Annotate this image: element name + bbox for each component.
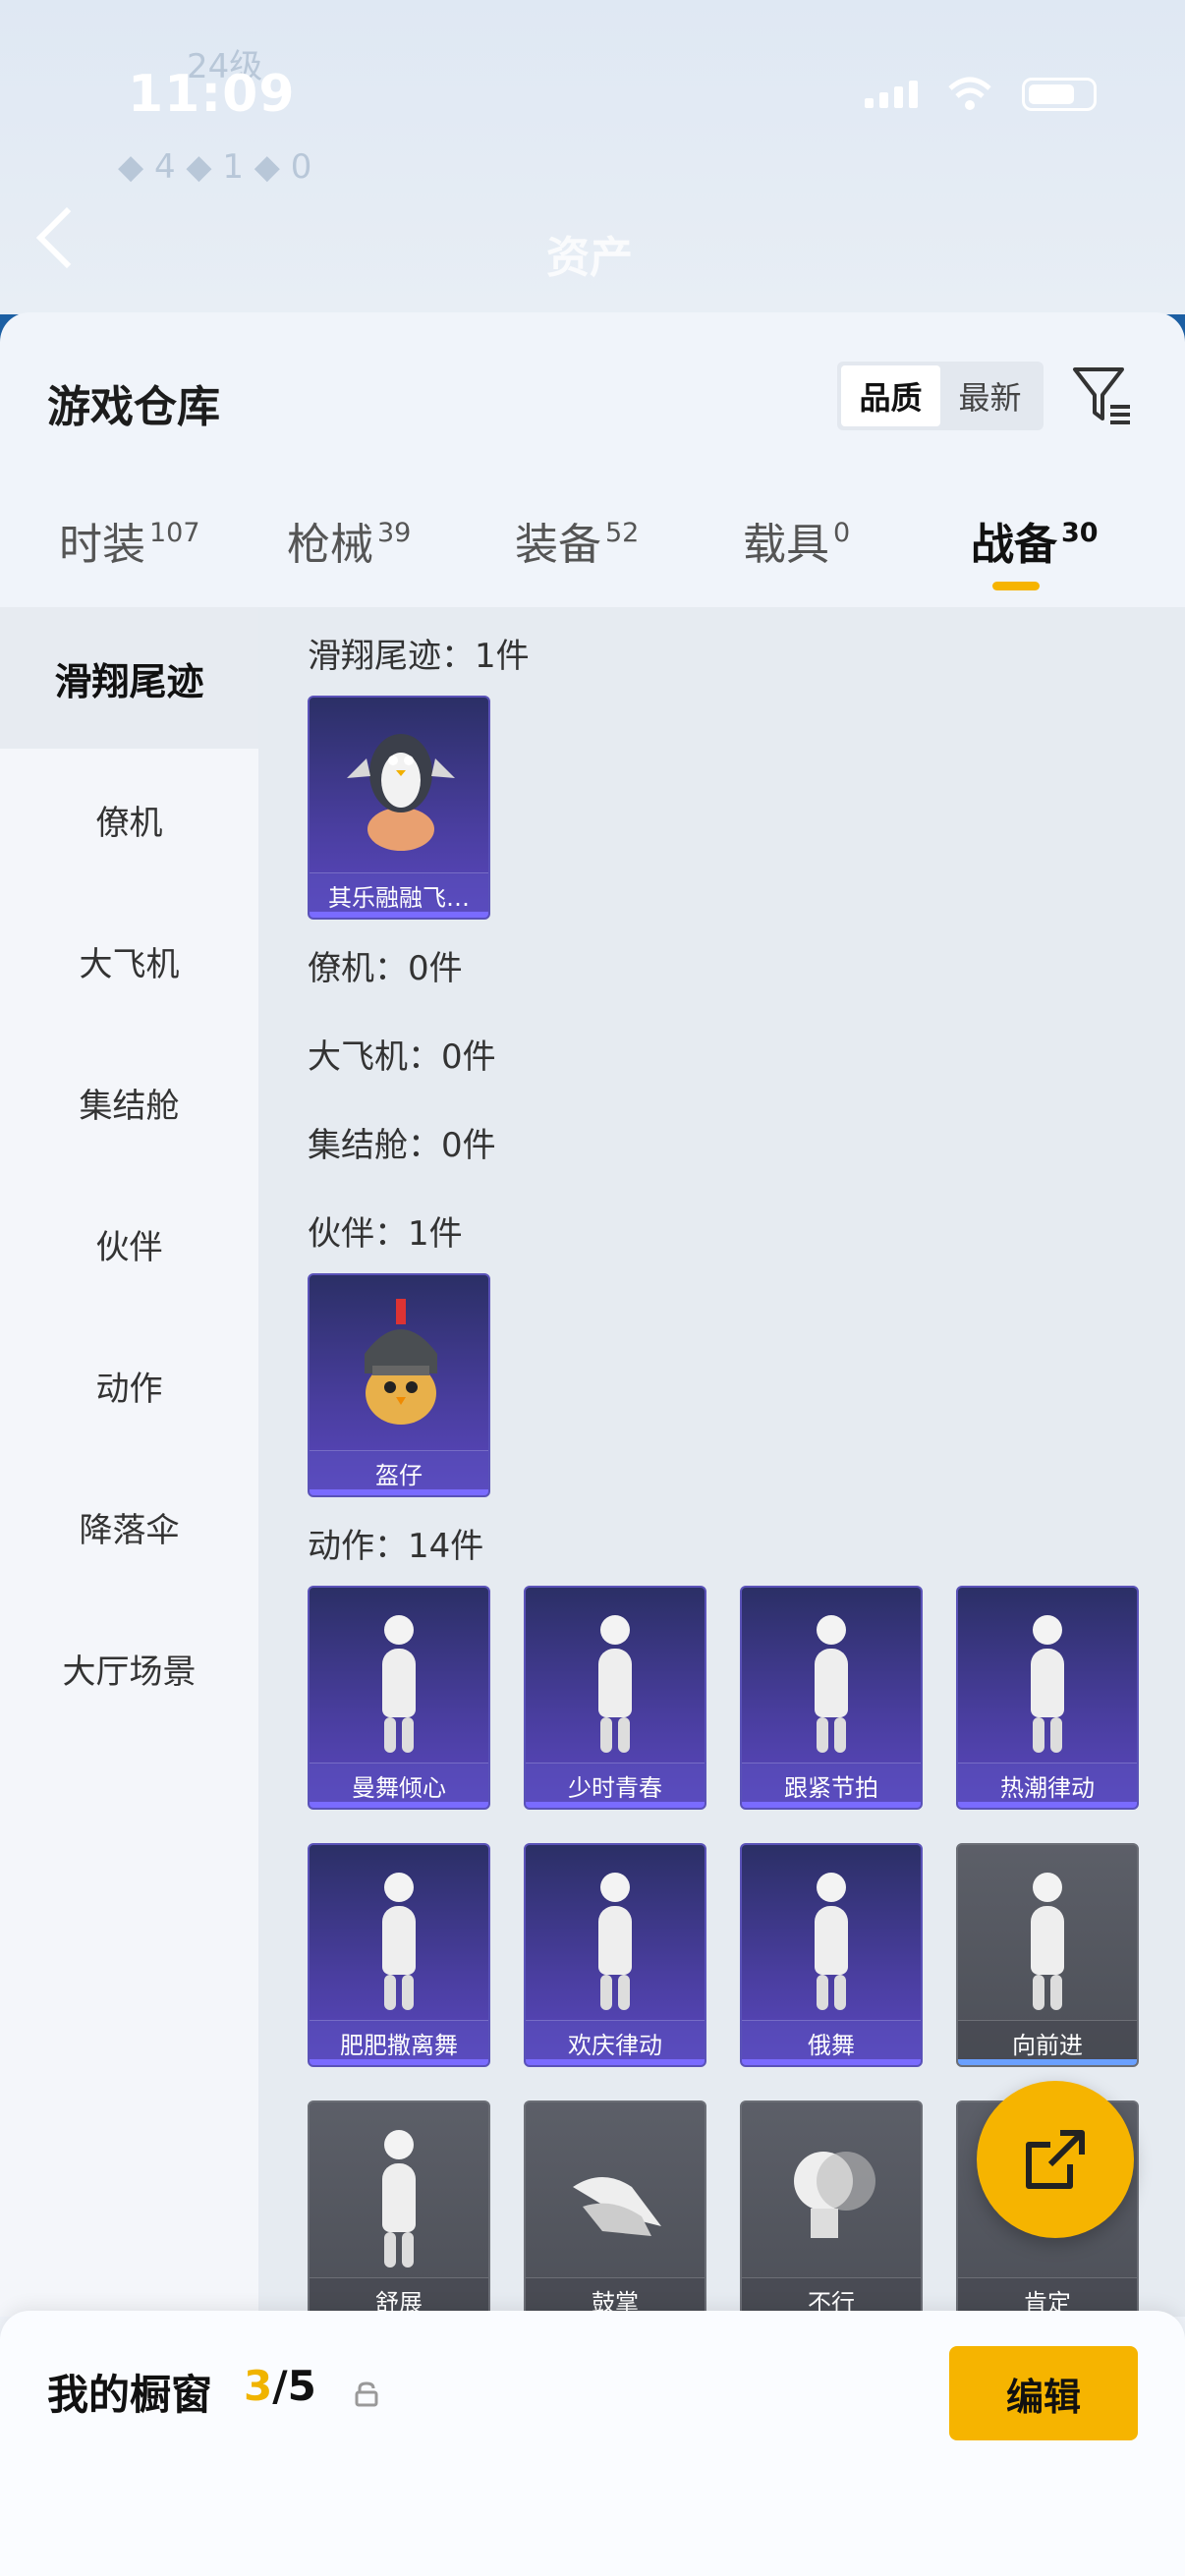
sidebar-item-glide-trail[interactable]: 滑翔尾迹 (0, 607, 258, 749)
tab-guns[interactable]: 枪械 39 (287, 509, 411, 572)
rarity-bar (742, 1802, 921, 1808)
tab-label: 装备 (515, 520, 601, 570)
tab-battle-prep[interactable]: 战备 30 (971, 509, 1099, 572)
item-card[interactable]: 肥肥撒离舞 (308, 1843, 490, 2067)
tab-count: 107 (149, 518, 200, 548)
sidebar-item-action[interactable]: 动作 (0, 1315, 258, 1456)
section-title-glide: 滑翔尾迹：1件 (308, 637, 530, 676)
section-title-action: 动作：14件 (308, 1527, 484, 1566)
sidebar-item-plane[interactable]: 大飞机 (0, 890, 258, 1032)
tab-label: 枪械 (287, 520, 373, 570)
item-card[interactable]: 鼓掌 (524, 2100, 706, 2317)
section-title-plane: 大飞机：0件 (308, 1037, 496, 1077)
item-card[interactable]: 跟紧节拍 (740, 1586, 923, 1810)
tab-fashion[interactable]: 时装 107 (59, 509, 200, 572)
showcase-bar: 我的橱窗 3/5 编辑 (0, 2311, 1185, 2576)
sidebar: 滑翔尾迹 僚机 大飞机 集结舱 伙伴 动作 降落伞 大厅场景 (0, 607, 258, 2317)
dancer-icon (355, 2130, 443, 2268)
signal-icon (865, 81, 918, 108)
ghost-stats-row: ◆ 4 ◆ 1 ◆ 0 (118, 147, 312, 187)
section-title-wingman: 僚机：0件 (308, 949, 463, 988)
showcase-total: /5 (272, 2362, 316, 2410)
filter-icon[interactable] (1071, 364, 1134, 426)
sidebar-item-pod[interactable]: 集结舱 (0, 1032, 258, 1173)
sidebar-item-parachute[interactable]: 降落伞 (0, 1456, 258, 1597)
sidebar-item-wingman[interactable]: 僚机 (0, 749, 258, 890)
section-title-pod: 集结舱：0件 (308, 1126, 496, 1165)
tab-count: 52 (605, 518, 640, 548)
header-title: 资产 (546, 233, 633, 283)
rarity-bar (310, 1802, 488, 1808)
rarity-bar (526, 1802, 705, 1808)
sheet-title: 游戏仓库 (47, 382, 220, 432)
dancer-icon (571, 1615, 659, 1753)
item-card[interactable]: 向前进 (956, 1843, 1139, 2067)
item-card[interactable]: 少时青春 (524, 1586, 706, 1810)
rarity-bar (526, 2059, 705, 2065)
battery-icon (1022, 78, 1097, 111)
warehouse-sheet: 游戏仓库 品质 最新 时装 107 枪械 39 装备 52 载具 0 战备 30 滑翔尾迹… (0, 312, 1185, 2576)
tab-label: 战备 (971, 520, 1057, 570)
sidebar-item-lobby[interactable]: 大厅场景 (0, 1597, 258, 1739)
lock-icon (355, 2381, 378, 2407)
tab-label: 时装 (59, 520, 145, 570)
sort-quality[interactable]: 品质 (841, 365, 940, 426)
section-title-partner: 伙伴：1件 (308, 1214, 463, 1254)
rarity-bar (958, 2059, 1137, 2065)
item-card[interactable]: 盔仔 (308, 1273, 490, 1497)
wifi-icon (948, 77, 991, 110)
item-card[interactable]: 俄舞 (740, 1843, 923, 2067)
dancer-icon (1003, 1873, 1092, 2010)
rarity-bar (742, 2059, 921, 2065)
dancer-icon (787, 1873, 875, 2010)
item-card[interactable]: 舒展 (308, 2100, 490, 2317)
status-icons (865, 77, 1097, 112)
tab-vehicle[interactable]: 载具 0 (743, 509, 850, 572)
item-card[interactable]: 不行 (740, 2100, 923, 2317)
tab-label: 载具 (743, 520, 829, 570)
tab-active-indicator (992, 582, 1040, 590)
share-fab[interactable] (977, 2081, 1134, 2238)
status-time: 11:09 (128, 65, 296, 124)
rarity-bar (310, 912, 488, 918)
penguin-icon (347, 734, 455, 851)
clapping-hands-icon (573, 2177, 661, 2236)
item-card[interactable]: 热潮律动 (956, 1586, 1139, 1810)
rarity-bar (310, 2059, 488, 2065)
showcase-count: 3/5 (244, 2362, 316, 2410)
helmet-chick-icon (365, 1299, 437, 1425)
item-card[interactable]: 欢庆律动 (524, 1843, 706, 2067)
tab-count: 0 (833, 518, 851, 548)
rarity-bar (310, 1489, 488, 1495)
dancer-icon (571, 1873, 659, 2010)
dancer-icon (1003, 1615, 1092, 1753)
item-card[interactable]: 曼舞倾心 (308, 1586, 490, 1810)
sidebar-item-partner[interactable]: 伙伴 (0, 1173, 258, 1315)
edit-button[interactable]: 编辑 (949, 2346, 1138, 2440)
showcase-current: 3 (244, 2362, 273, 2410)
dancer-icon (787, 1615, 875, 1753)
share-icon (1026, 2130, 1085, 2189)
tab-count: 30 (1061, 518, 1099, 548)
sort-newest[interactable]: 最新 (940, 365, 1040, 426)
tab-count: 39 (377, 518, 412, 548)
dancer-icon (355, 1615, 443, 1753)
sort-toggle[interactable]: 品质 最新 (837, 362, 1044, 430)
item-card[interactable]: 其乐融融飞… (308, 696, 490, 920)
rarity-bar (958, 1802, 1137, 1808)
tab-equipment[interactable]: 装备 52 (515, 509, 639, 572)
head-shake-icon (794, 2152, 875, 2238)
dancer-icon (355, 1873, 443, 2010)
showcase-title: 我的橱窗 (47, 2371, 213, 2419)
item-list: 滑翔尾迹：1件 其乐融融飞… 僚机：0件 大飞机：0件 集结舱：0件 伙伴：1件 (258, 607, 1185, 2317)
